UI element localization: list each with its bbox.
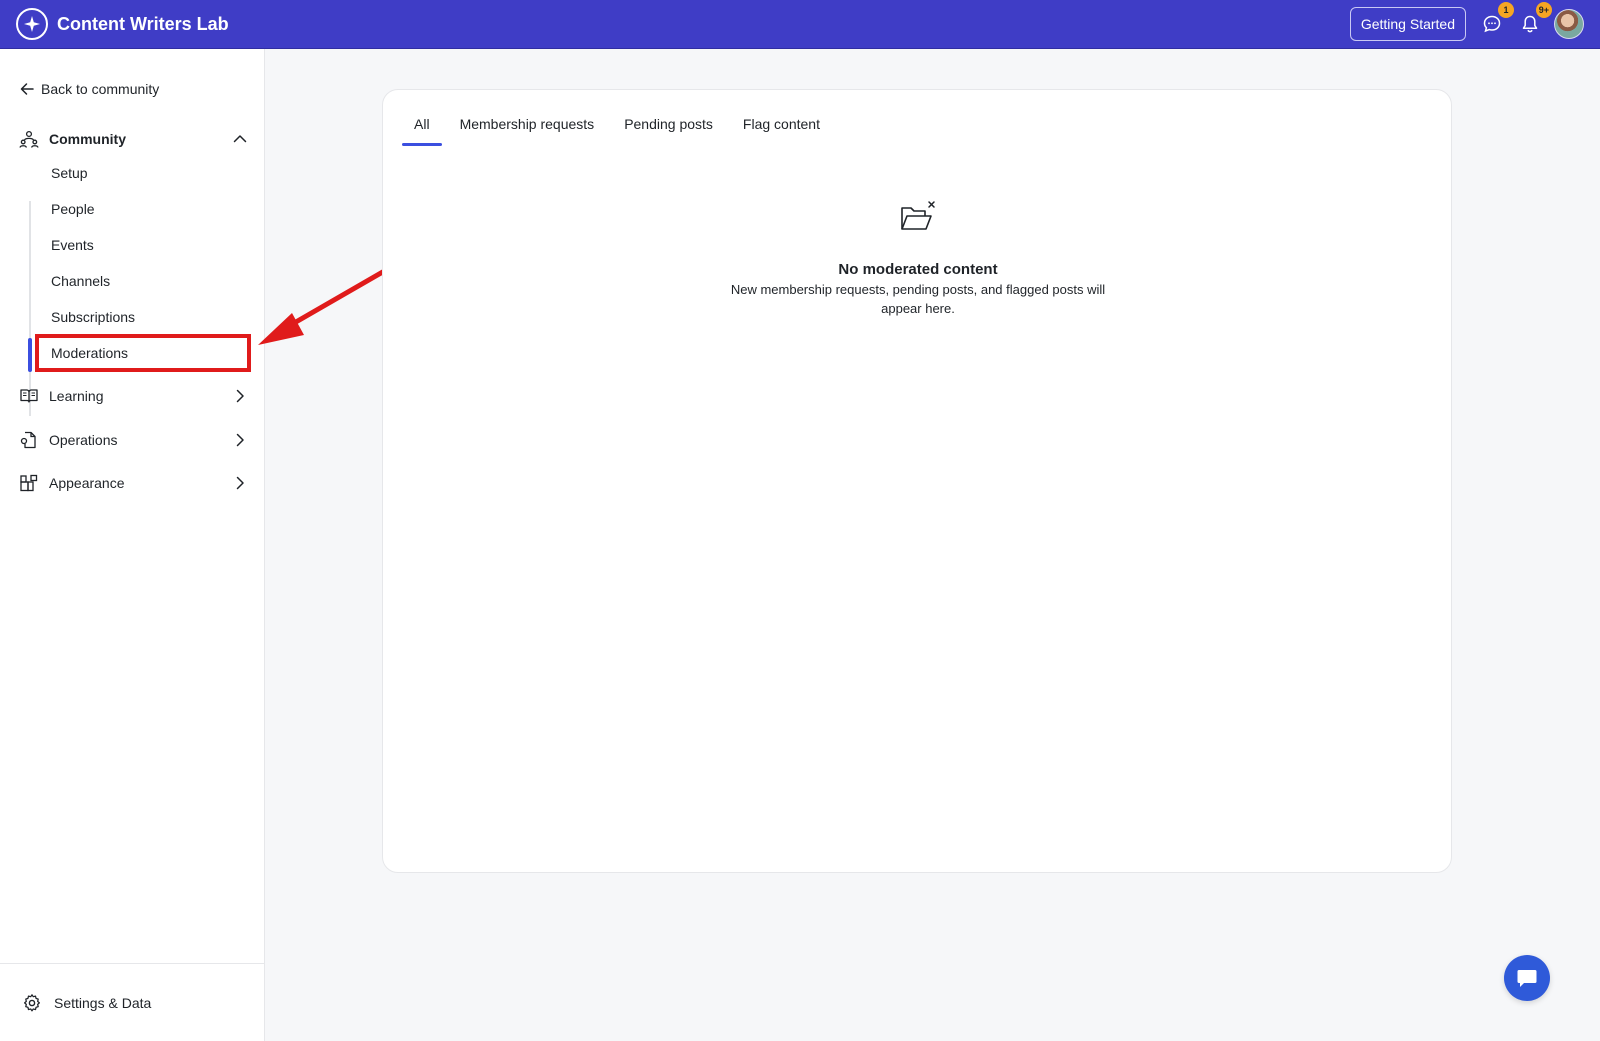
notifications-button[interactable]: 9+ [1518,2,1552,36]
sidebar-item-channels[interactable]: Channels [51,273,110,289]
moderation-tabs: All Membership requests Pending posts Fl… [402,116,850,146]
empty-folder-icon [898,198,938,238]
tab-all[interactable]: All [402,116,441,146]
chat-bubble-icon [1517,970,1537,987]
settings-and-data-link[interactable]: Settings & Data [0,963,264,1041]
tab-membership-requests[interactable]: Membership requests [460,116,595,146]
messages-button[interactable]: 1 [1480,2,1514,36]
moderation-card: All Membership requests Pending posts Fl… [382,89,1452,873]
gear-icon [23,993,41,1011]
sidebar-item-people[interactable]: People [51,201,95,217]
sidebar-item-setup[interactable]: Setup [51,165,88,181]
sidebar-group-appearance-label: Appearance [49,475,125,491]
sidebar-group-operations-label: Operations [49,432,118,448]
support-chat-button[interactable] [1504,955,1550,1001]
chevron-right-icon[interactable] [232,475,248,491]
layout-icon [18,472,40,494]
top-bar: Content Writers Lab Getting Started 1 9+ [0,0,1600,49]
document-icon [18,429,40,451]
bell-icon [1522,15,1538,33]
settings-and-data-label: Settings & Data [54,994,152,1011]
chevron-up-icon[interactable] [232,131,248,147]
chat-icon [1483,15,1501,33]
sidebar-group-community-label: Community [49,131,126,147]
empty-state-description: New membership requests, pending posts, … [730,282,1106,316]
chevron-right-icon[interactable] [232,432,248,448]
community-icon [18,128,40,150]
sidebar-item-subscriptions[interactable]: Subscriptions [51,309,135,325]
getting-started-button[interactable]: Getting Started [1349,7,1466,41]
tab-pending-posts[interactable]: Pending posts [624,116,713,146]
arrow-left-icon [20,83,34,95]
back-to-community-link[interactable]: Back to community [20,81,159,97]
sidebar-group-community[interactable]: Community [18,127,248,151]
empty-state-title: No moderated content [838,261,998,278]
notifications-badge: 9+ [1535,2,1552,18]
brand[interactable]: Content Writers Lab [16,8,229,40]
sidebar-group-appearance[interactable]: Appearance [18,471,248,495]
subnav-active-indicator [28,338,32,372]
empty-state: No moderated content New membership requ… [383,198,1453,318]
tab-flag-content[interactable]: Flag content [743,116,820,146]
brand-logo-icon [16,8,48,40]
sidebar: Back to community Community Setup People… [0,49,265,1041]
chevron-right-icon[interactable] [232,388,248,404]
back-to-community-label: Back to community [41,81,160,97]
user-avatar[interactable] [1554,9,1584,39]
book-icon [18,385,40,407]
sidebar-group-operations[interactable]: Operations [18,428,248,452]
brand-name: Content Writers Lab [57,13,229,34]
annotation-highlight-box [35,334,251,372]
sidebar-group-learning-label: Learning [49,388,104,404]
sidebar-item-events[interactable]: Events [51,237,94,253]
sidebar-group-learning[interactable]: Learning [18,384,248,408]
messages-badge: 1 [1498,2,1514,18]
